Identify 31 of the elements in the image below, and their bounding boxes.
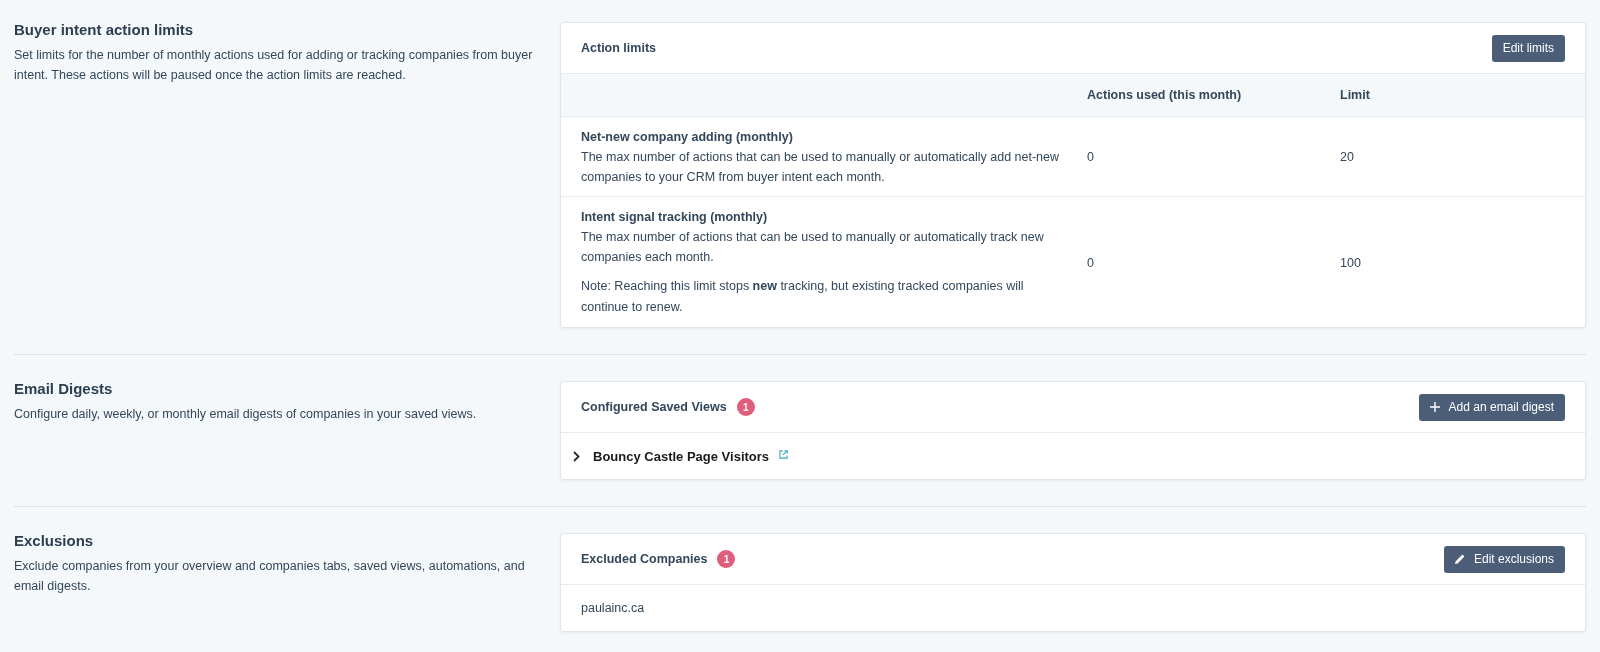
section-description: Exclude companies from your overview and companies tabs, saved views, automations, and email digests. — [14, 558, 526, 595]
add-digest-button[interactable]: Add an email digest — [1418, 393, 1565, 421]
row-title: Net-new company adding (monthly) — [581, 129, 794, 146]
column-header: Limit — [1340, 88, 1370, 102]
table-cell: 0 — [1087, 255, 1094, 270]
row-note: Note: Reaching this limit stops new tracking, but existing tracked companies will continue to renew. — [581, 278, 1025, 316]
chevron-icon[interactable] — [573, 450, 580, 462]
external-link-icon[interactable] — [779, 449, 789, 459]
pencil-icon — [1454, 554, 1465, 564]
table-cell: 0 — [1087, 150, 1094, 164]
count-badge: 1 — [736, 398, 755, 416]
row-title: Intent signal tracking (monthly) — [581, 209, 769, 226]
section-description: Configure daily, weekly, or monthly email digests of companies in your saved views. — [14, 406, 478, 423]
saved-view-link[interactable]: Bouncy Castle Page Visitors — [593, 448, 770, 464]
count-badge: 1 — [717, 550, 736, 568]
column-header: Actions used (this month) — [1087, 88, 1242, 102]
row-description: The max number of actions that can be used to manually or automatically track new companies each month. — [581, 229, 1045, 266]
section-heading: Exclusions — [14, 532, 95, 550]
card-title: Excluded Companies — [581, 552, 708, 566]
card-title: Action limits — [581, 41, 656, 55]
section-heading: Buyer intent action limits — [14, 21, 195, 39]
section-heading: Email Digests — [14, 380, 114, 398]
table-cell: 100 — [1340, 255, 1361, 270]
row-description: The max number of actions that can be used to manually or automatically add net-new companies to your CRM from buyer intent each month. — [581, 149, 1061, 186]
card-title: Configured Saved Views — [581, 400, 727, 414]
section-description: Set limits for the number of monthly actions used for adding or tracking companies from buyer intent. These actions will be paused once the action limits are reached. — [14, 47, 534, 84]
edit-exclusions-button[interactable]: Edit exclusions — [1443, 545, 1565, 573]
table-cell: 20 — [1340, 150, 1354, 164]
plus-icon — [1429, 402, 1440, 412]
excluded-company: paulainc.ca — [581, 601, 645, 615]
edit-limits-button[interactable]: Edit limits — [1491, 34, 1565, 62]
